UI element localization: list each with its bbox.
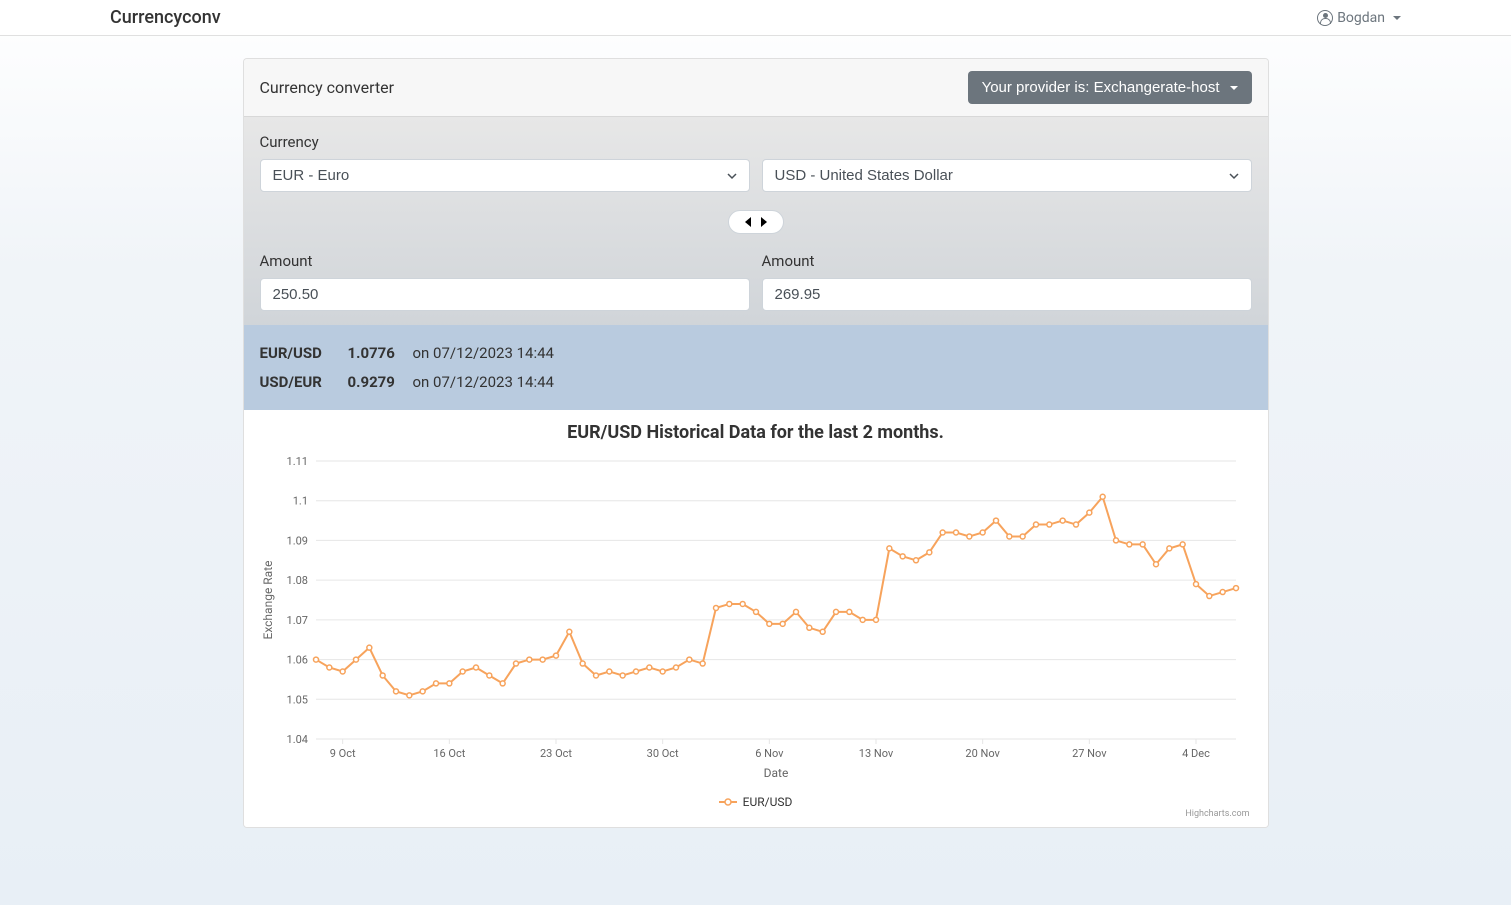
swap-button[interactable]: [728, 210, 784, 234]
chart-credit[interactable]: Highcharts.com: [256, 809, 1256, 819]
card-header: Currency converter Your provider is: Exc…: [244, 59, 1268, 117]
svg-text:23 Oct: 23 Oct: [539, 747, 571, 760]
navbar: Currencyconv Bogdan: [0, 0, 1511, 36]
rate-value: 0.9279: [348, 368, 403, 397]
brand-title[interactable]: Currencyconv: [110, 7, 221, 28]
rate-date: on 07/12/2023 14:44: [413, 339, 554, 368]
user-menu[interactable]: Bogdan: [1317, 10, 1401, 26]
svg-text:1.05: 1.05: [286, 693, 307, 706]
legend-swatch: [719, 796, 737, 808]
rate-value: 1.0776: [348, 339, 403, 368]
svg-text:1.11: 1.11: [286, 455, 307, 468]
to-currency-select[interactable]: [762, 159, 1252, 192]
svg-text:1.08: 1.08: [286, 574, 307, 587]
chart-svg: 1.04 1.05 1.06 1.07 1.08 1.09 1.1 1.11 9 Oct 16 O…: [256, 451, 1256, 791]
chevron-down-icon: [1393, 16, 1401, 20]
svg-text:9 Oct: 9 Oct: [329, 747, 355, 760]
svg-text:20 Nov: 20 Nov: [965, 747, 1000, 760]
chart-legend[interactable]: EUR/USD: [256, 795, 1256, 809]
svg-text:Date: Date: [763, 766, 788, 780]
currency-label: Currency: [260, 133, 1252, 151]
amount-to-label: Amount: [762, 252, 1252, 270]
converter-body: Currency: [244, 117, 1268, 410]
from-currency-select[interactable]: [260, 159, 750, 192]
chart-title: EUR/USD Historical Data for the last 2 m…: [256, 422, 1256, 443]
user-name: Bogdan: [1337, 10, 1385, 26]
arrow-left-icon: [745, 217, 751, 227]
amount-from-input[interactable]: [260, 278, 750, 311]
amount-from-label: Amount: [260, 252, 750, 270]
card-title: Currency converter: [260, 78, 395, 97]
svg-text:1.04: 1.04: [286, 733, 307, 746]
amount-to-input[interactable]: [762, 278, 1252, 311]
svg-text:1.1: 1.1: [292, 495, 307, 508]
rate-pair: EUR/USD: [260, 339, 338, 368]
arrow-right-icon: [761, 217, 767, 227]
svg-text:1.07: 1.07: [286, 614, 307, 627]
chevron-down-icon: [1230, 86, 1238, 90]
provider-label: Your provider is: Exchangerate-host: [982, 79, 1220, 96]
svg-text:27 Nov: 27 Nov: [1072, 747, 1107, 760]
svg-text:30 Oct: 30 Oct: [646, 747, 678, 760]
svg-text:16 Oct: 16 Oct: [433, 747, 465, 760]
converter-card: Currency converter Your provider is: Exc…: [243, 58, 1269, 828]
rate-pair: USD/EUR: [260, 368, 338, 397]
provider-dropdown[interactable]: Your provider is: Exchangerate-host: [968, 71, 1252, 104]
rate-date: on 07/12/2023 14:44: [413, 368, 554, 397]
svg-text:1.09: 1.09: [286, 534, 307, 547]
user-icon: [1317, 10, 1333, 26]
rate-line: EUR/USD 1.0776 on 07/12/2023 14:44: [260, 339, 1252, 368]
rate-line: USD/EUR 0.9279 on 07/12/2023 14:44: [260, 368, 1252, 397]
legend-label: EUR/USD: [743, 795, 793, 809]
chart-container: EUR/USD Historical Data for the last 2 m…: [244, 410, 1268, 827]
rates-box: EUR/USD 1.0776 on 07/12/2023 14:44 USD/E…: [244, 325, 1268, 410]
svg-text:13 Nov: 13 Nov: [858, 747, 893, 760]
svg-text:4 Dec: 4 Dec: [1182, 747, 1210, 760]
svg-text:1.06: 1.06: [286, 654, 307, 667]
svg-text:6 Nov: 6 Nov: [755, 747, 784, 760]
svg-text:Exchange Rate: Exchange Rate: [261, 561, 275, 640]
